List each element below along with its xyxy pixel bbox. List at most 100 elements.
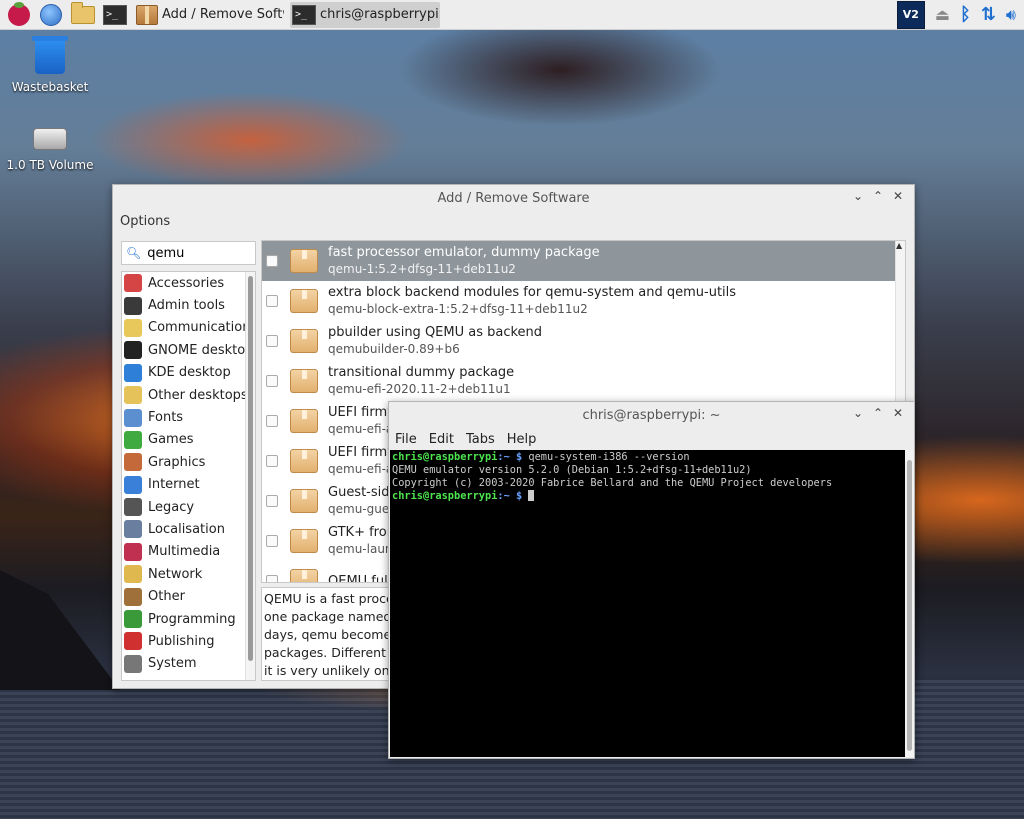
maximize-button[interactable]: ⌃ <box>868 189 888 203</box>
category-item[interactable]: Publishing <box>122 630 255 652</box>
menu-tabs[interactable]: Tabs <box>466 432 495 447</box>
category-label: Network <box>148 566 203 582</box>
package-description-text: extra block backend modules for qemu-sys… <box>328 285 737 300</box>
network-icon[interactable]: ⇅ <box>981 4 996 25</box>
wallpaper-mountain <box>0 570 120 690</box>
package-checkbox[interactable] <box>266 535 278 547</box>
options-menu[interactable]: Options <box>113 211 914 233</box>
scroll-up-arrow[interactable]: ▲ <box>896 241 902 250</box>
package-row[interactable]: transitional dummy package qemu-efi-2020.… <box>262 361 905 401</box>
folder-icon <box>71 1 95 24</box>
prompt-path: :~ <box>497 451 510 463</box>
package-checkbox[interactable] <box>266 455 278 467</box>
menu-file[interactable]: File <box>395 432 417 447</box>
category-item[interactable]: Accessories <box>122 272 255 294</box>
category-list: Accessories Admin tools Communication GNOME… <box>121 271 256 681</box>
close-button[interactable]: ✕ <box>888 406 908 420</box>
category-item[interactable]: Fonts <box>122 406 255 428</box>
prompt-path: :~ <box>497 490 510 502</box>
category-item[interactable]: Graphics <box>122 451 255 473</box>
task-terminal[interactable]: >_ chris@raspberrypi: ~ <box>290 1 440 28</box>
category-item[interactable]: Network <box>122 563 255 585</box>
package-checkbox[interactable] <box>266 495 278 507</box>
category-item[interactable]: System <box>122 653 255 675</box>
category-label: Programming <box>148 611 236 627</box>
category-icon <box>124 498 142 517</box>
minimize-button[interactable]: ⌄ <box>848 406 868 420</box>
search-icon: 🔍︎ <box>126 246 142 260</box>
package-checkbox[interactable] <box>266 415 278 427</box>
search-box: 🔍︎ <box>121 241 256 265</box>
package-checkbox[interactable] <box>266 255 278 267</box>
category-label: KDE desktop <box>148 365 231 381</box>
menu-help[interactable]: Help <box>507 432 537 447</box>
category-scrollbar-thumb[interactable] <box>248 276 253 661</box>
category-item[interactable]: Admin tools <box>122 294 255 316</box>
terminal-titlebar[interactable]: chris@raspberrypi: ~ ⌄ ⌃ ✕ <box>389 402 914 428</box>
package-version: qemu-efi-2020.11-2+deb11u1 <box>328 382 511 396</box>
category-item[interactable]: Programming <box>122 608 255 630</box>
category-item[interactable]: KDE desktop <box>122 362 255 384</box>
package-icon <box>136 4 158 25</box>
package-checkbox[interactable] <box>266 575 278 582</box>
category-label: Internet <box>148 477 200 493</box>
category-scrollbar[interactable] <box>245 272 255 680</box>
package-box-icon <box>290 369 318 393</box>
category-item[interactable]: Other desktops <box>122 384 255 406</box>
task-label: chris@raspberrypi: ~ <box>320 7 440 22</box>
maximize-button[interactable]: ⌃ <box>868 406 888 420</box>
system-tray: V2 ⏏ ᛒ ⇅ 🔊︎ <box>887 0 1024 30</box>
package-box-icon <box>290 409 318 433</box>
category-item[interactable]: Other <box>122 585 255 607</box>
terminal-launcher[interactable]: >_ <box>102 2 128 28</box>
category-label: GNOME desktop <box>148 342 254 358</box>
desktop-icon-wastebasket[interactable]: Wastebasket <box>0 36 100 94</box>
close-button[interactable]: ✕ <box>888 189 908 203</box>
eject-icon[interactable]: ⏏ <box>935 5 950 24</box>
minimize-button[interactable]: ⌄ <box>848 189 868 203</box>
desktop-icon-volume[interactable]: 1.0 TB Volume <box>0 120 100 172</box>
package-box-icon <box>290 289 318 313</box>
package-version: qemubuilder-0.89+b6 <box>328 342 460 356</box>
terminal-icon: >_ <box>103 4 127 25</box>
package-description-text: pbuilder using QEMU as backend <box>328 325 543 340</box>
category-item[interactable]: GNOME desktop <box>122 339 255 361</box>
package-checkbox[interactable] <box>266 295 278 307</box>
menu-edit[interactable]: Edit <box>429 432 454 447</box>
package-row[interactable]: fast processor emulator, dummy package qe… <box>262 241 905 281</box>
category-item[interactable]: Legacy <box>122 496 255 518</box>
package-box-icon <box>290 489 318 513</box>
package-box-icon <box>290 249 318 273</box>
package-box-icon <box>290 569 318 582</box>
category-icon <box>124 453 142 472</box>
globe-icon <box>40 3 62 26</box>
category-item[interactable]: Localisation <box>122 518 255 540</box>
file-manager-launcher[interactable] <box>70 1 96 28</box>
raspberry-menu-button[interactable] <box>6 1 32 28</box>
category-item[interactable]: Communication <box>122 317 255 339</box>
category-label: Graphics <box>148 454 206 470</box>
package-checkbox[interactable] <box>266 335 278 347</box>
category-item[interactable]: Games <box>122 429 255 451</box>
vnc-icon[interactable]: V2 <box>896 0 925 29</box>
package-row[interactable]: extra block backend modules for qemu-sys… <box>262 281 905 321</box>
addremove-titlebar[interactable]: Add / Remove Software ⌄ ⌃ ✕ <box>113 185 914 211</box>
category-icon <box>124 408 142 427</box>
terminal-scrollbar-thumb[interactable] <box>907 460 912 751</box>
package-description-text: transitional dummy package <box>328 365 515 380</box>
terminal-scrollbar[interactable] <box>905 450 914 757</box>
terminal-menubar: File Edit Tabs Help <box>389 428 914 450</box>
category-item[interactable]: Multimedia <box>122 541 255 563</box>
volume-icon[interactable]: 🔊︎ <box>1006 5 1016 25</box>
category-icon <box>124 363 142 382</box>
bluetooth-icon[interactable]: ᛒ <box>960 4 971 25</box>
package-box-icon <box>290 529 318 553</box>
task-addremove[interactable]: Add / Remove Softw... <box>134 2 284 28</box>
package-row[interactable]: pbuilder using QEMU as backend qemubuilde… <box>262 321 905 361</box>
category-item[interactable]: Internet <box>122 474 255 496</box>
browser-launcher[interactable] <box>38 2 64 28</box>
package-checkbox[interactable] <box>266 375 278 387</box>
search-input[interactable] <box>145 244 246 262</box>
terminal-output[interactable]: chris@raspberrypi:~ $ qemu-system-i386 -… <box>390 450 905 757</box>
package-description-text: fast processor emulator, dummy package <box>328 245 600 260</box>
